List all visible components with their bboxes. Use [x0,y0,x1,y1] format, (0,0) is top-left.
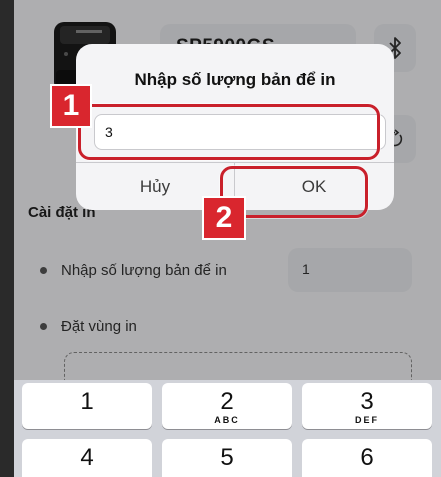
numeric-keyboard: 1 2 ABC 3 DEF 4 5 6 [14,380,441,477]
key-3[interactable]: 3 DEF [302,383,432,429]
step-badge-1: 1 [50,84,92,128]
key-5[interactable]: 5 [162,439,292,477]
input-highlight-frame [78,104,380,160]
step-badge-2: 2 [202,196,246,240]
dialog-title: Nhập số lượng bản để in [134,70,336,89]
key-2[interactable]: 2 ABC [162,383,292,429]
key-4[interactable]: 4 [22,439,152,477]
key-6[interactable]: 6 [302,439,432,477]
key-1[interactable]: 1 [22,383,152,429]
